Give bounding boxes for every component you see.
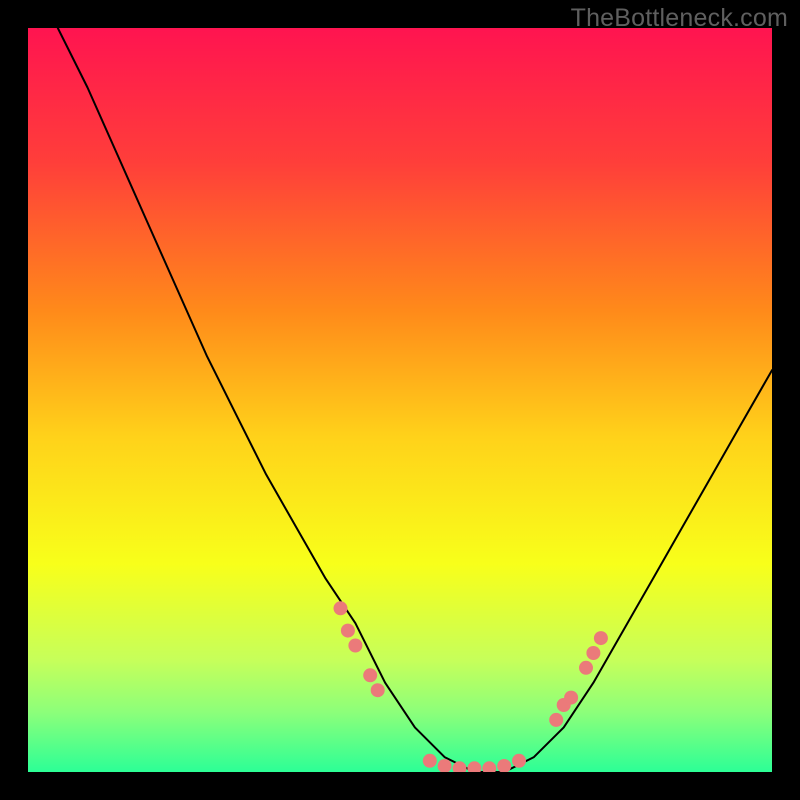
data-marker xyxy=(341,624,355,638)
bottleneck-plot xyxy=(28,28,772,772)
data-marker xyxy=(512,754,526,768)
data-marker xyxy=(334,601,348,615)
data-marker xyxy=(594,631,608,645)
chart-frame: TheBottleneck.com xyxy=(0,0,800,800)
data-marker xyxy=(549,713,563,727)
data-marker xyxy=(371,683,385,697)
data-marker xyxy=(564,691,578,705)
data-marker xyxy=(423,754,437,768)
watermark-text: TheBottleneck.com xyxy=(571,4,788,33)
data-marker xyxy=(348,639,362,653)
data-marker xyxy=(363,668,377,682)
data-marker xyxy=(579,661,593,675)
plot-background xyxy=(28,28,772,772)
plot-svg xyxy=(28,28,772,772)
data-marker xyxy=(586,646,600,660)
